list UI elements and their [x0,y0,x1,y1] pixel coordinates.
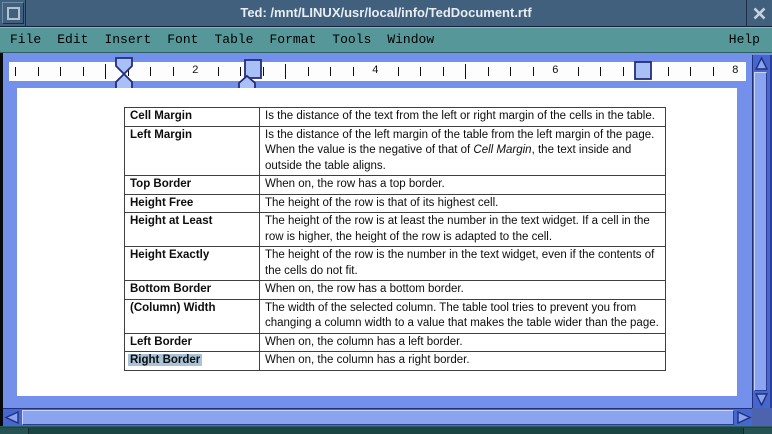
scroll-down-icon[interactable] [754,392,769,407]
window-left-edge [0,53,3,426]
close-icon [753,7,766,20]
term-cell: Left Border [125,333,260,352]
title-bar[interactable]: Ted: /mnt/LINUX/usr/local/info/TedDocume… [0,0,772,27]
term-cell: Height at Least [125,213,260,247]
first-line-indent-marker[interactable] [116,58,132,74]
table-row: Height FreeThe height of the row is that… [125,194,666,213]
term-cell: Height Free [125,194,260,213]
term-cell: Height Exactly [125,247,260,281]
menu-item-insert[interactable]: Insert [104,28,151,52]
vertical-scrollbar[interactable] [752,55,772,408]
selected-text: Right Border [128,354,202,366]
horizontal-scroll-thumb[interactable] [22,410,734,425]
term-cell: Right Border [125,352,260,371]
ted-window: Ted: /mnt/LINUX/usr/local/info/TedDocume… [0,0,772,434]
menu-item-file[interactable]: File [10,28,41,52]
menu-item-tools[interactable]: Tools [332,28,371,52]
window-menu-button[interactable] [2,2,24,24]
description-cell: The height of the row is the number in t… [260,247,666,281]
table-row: (Column) WidthThe width of the selected … [125,299,666,333]
scroll-left-icon[interactable] [4,410,20,425]
menu-bar: File Edit Insert Font Table Format Tools Window… [0,27,772,53]
description-cell: The height of the row is at least the nu… [260,213,666,247]
horizontal-scrollbar[interactable] [3,408,752,426]
document-page[interactable]: Cell MarginIs the distance of the text f… [17,88,737,396]
close-button[interactable] [748,2,770,24]
right-indent-marker[interactable] [635,62,651,79]
table-row: Left BorderWhen on, the column has a lef… [125,333,666,352]
vertical-scroll-thumb[interactable] [754,72,767,391]
description-cell: Is the distance of the left margin of th… [260,126,666,176]
description-cell: The height of the row is that of its hig… [260,194,666,213]
scrollbar-corner [752,408,772,426]
table-row: Cell MarginIs the distance of the text f… [125,108,666,127]
titlebar-divider-right [746,0,747,26]
titlebar-divider-left [25,0,26,26]
window-bottom-frame [0,426,772,434]
table-row: Top BorderWhen on, the row has a top bor… [125,176,666,195]
term-cell: Left Margin [125,126,260,176]
scroll-right-icon[interactable] [736,410,752,425]
resize-handle-right[interactable] [743,428,772,434]
window-title: Ted: /mnt/LINUX/usr/local/info/TedDocume… [30,0,742,26]
document-table: Cell MarginIs the distance of the text f… [124,107,666,371]
description-cell: When on, the column has a right border. [260,352,666,371]
menu-item-format[interactable]: Format [269,28,316,52]
menu-item-help[interactable]: Help [729,28,760,52]
term-cell: Cell Margin [125,108,260,127]
table-row: Height ExactlyThe height of the row is t… [125,247,666,281]
description-cell: When on, the row has a bottom border. [260,281,666,300]
window-menu-icon [7,7,20,20]
table-row: Height at LeastThe height of the row is … [125,213,666,247]
resize-handle-left[interactable] [0,428,29,434]
menu-item-table[interactable]: Table [214,28,253,52]
table-row: Left MarginIs the distance of the left m… [125,126,666,176]
menu-item-window[interactable]: Window [387,28,434,52]
scroll-up-icon[interactable] [754,56,769,71]
menu-item-edit[interactable]: Edit [57,28,88,52]
description-cell: The width of the selected column. The ta… [260,299,666,333]
term-cell: Bottom Border [125,281,260,300]
description-cell: Is the distance of the text from the lef… [260,108,666,127]
description-cell: When on, the row has a top border. [260,176,666,195]
term-cell: (Column) Width [125,299,260,333]
term-cell: Top Border [125,176,260,195]
description-cell: When on, the column has a left border. [260,333,666,352]
menu-bar-items: File Edit Insert Font Table Format Tools Window [10,28,434,52]
table-row: Bottom BorderWhen on, the row has a bott… [125,281,666,300]
menu-item-font[interactable]: Font [167,28,198,52]
table-row: Right Border When on, the column has a ri… [125,352,666,371]
